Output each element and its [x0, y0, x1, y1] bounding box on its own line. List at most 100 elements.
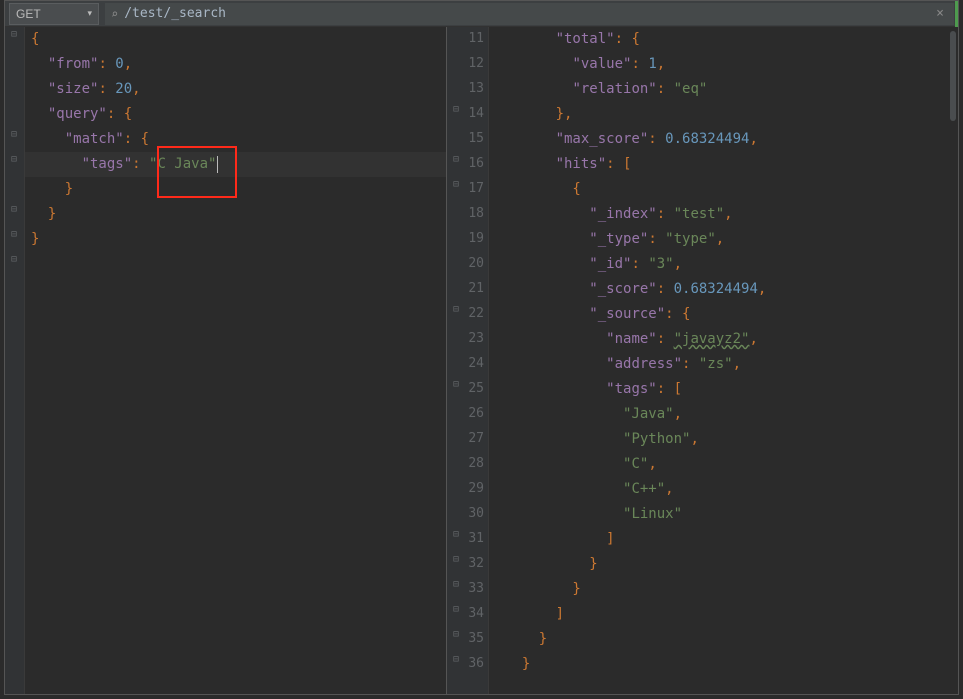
token: ,: [749, 331, 757, 347]
token: "value": [572, 56, 631, 72]
token: }: [31, 206, 56, 222]
fold-toggle-icon[interactable]: ⊟: [8, 204, 20, 216]
code-line[interactable]: "_source": {: [499, 302, 958, 327]
token: "eq": [674, 81, 708, 97]
fold-toggle-icon[interactable]: ⊟: [450, 154, 462, 166]
token: "_source": [589, 306, 665, 322]
request-editor[interactable]: ⊟ ⊟ ⊟ ⊟ ⊟ ⊟ { "from": 0, "size": 20, "query":…: [5, 27, 447, 694]
token: ,: [733, 356, 741, 372]
line-number: 23: [460, 331, 484, 346]
token: ]: [505, 531, 615, 547]
fold-toggle-icon[interactable]: ⊟: [8, 129, 20, 141]
text-caret: [217, 156, 218, 173]
token: ,: [657, 56, 665, 72]
code-line[interactable]: "Python",: [499, 427, 958, 452]
token: "Java": [623, 406, 674, 422]
token: "address": [606, 356, 682, 372]
line-number: 29: [460, 481, 484, 496]
code-line[interactable]: }: [499, 627, 958, 652]
code-line[interactable]: "_index": "test",: [499, 202, 958, 227]
scrollbar-vertical[interactable]: [948, 27, 958, 694]
fold-toggle-icon[interactable]: ⊟: [450, 554, 462, 566]
token: "from": [48, 56, 99, 72]
code-line[interactable]: }: [25, 227, 446, 252]
code-line[interactable]: "value": 1,: [499, 52, 958, 77]
code-line[interactable]: }: [25, 202, 446, 227]
url-input[interactable]: ⌕ /test/_search ×: [105, 3, 954, 25]
code-line[interactable]: "hits": [: [499, 152, 958, 177]
token: : {: [665, 306, 690, 322]
code-line[interactable]: "tags": "C Java": [25, 152, 446, 177]
code-line[interactable]: "C++",: [499, 477, 958, 502]
code-line[interactable]: }: [499, 577, 958, 602]
code-line[interactable]: "tags": [: [499, 377, 958, 402]
url-text: /test/_search: [124, 6, 226, 21]
fold-toggle-icon[interactable]: ⊟: [8, 254, 20, 266]
clear-icon[interactable]: ×: [932, 6, 948, 21]
code-line[interactable]: }: [25, 177, 446, 202]
fold-toggle-icon[interactable]: ⊟: [450, 604, 462, 616]
code-line[interactable]: "_id": "3",: [499, 252, 958, 277]
token: 20: [115, 81, 132, 97]
code-line[interactable]: "match": {: [25, 127, 446, 152]
fold-toggle-icon[interactable]: ⊟: [450, 379, 462, 391]
code-line[interactable]: ]: [499, 527, 958, 552]
token: [505, 356, 606, 372]
token: "C": [623, 456, 648, 472]
code-line[interactable]: "Java",: [499, 402, 958, 427]
code-line[interactable]: "_score": 0.68324494,: [499, 277, 958, 302]
response-code[interactable]: "total": { "value": 1, "relation": "eq" …: [499, 27, 958, 677]
token: [505, 406, 623, 422]
code-line[interactable]: {: [25, 27, 446, 52]
fold-toggle-icon[interactable]: ⊟: [450, 654, 462, 666]
code-line[interactable]: "relation": "eq": [499, 77, 958, 102]
token: ,: [758, 281, 766, 297]
code-line[interactable]: "address": "zs",: [499, 352, 958, 377]
code-line[interactable]: "from": 0,: [25, 52, 446, 77]
token: [505, 56, 572, 72]
code-line[interactable]: "total": {: [499, 27, 958, 52]
token: [505, 206, 589, 222]
code-line[interactable]: "name": "javayz2",: [499, 327, 958, 352]
code-line[interactable]: }: [499, 552, 958, 577]
line-number: 17: [460, 181, 484, 196]
code-line[interactable]: {: [499, 177, 958, 202]
code-line[interactable]: }: [499, 652, 958, 677]
fold-toggle-icon[interactable]: ⊟: [8, 29, 20, 41]
fold-toggle-icon[interactable]: ⊟: [8, 229, 20, 241]
fold-toggle-icon[interactable]: ⊟: [8, 154, 20, 166]
token: ,: [132, 81, 140, 97]
token: "_id": [589, 256, 631, 272]
run-button-edge[interactable]: [955, 1, 958, 27]
token: :: [657, 206, 674, 222]
code-line[interactable]: "query": {: [25, 102, 446, 127]
code-line[interactable]: "Linux": [499, 502, 958, 527]
fold-toggle-icon[interactable]: ⊟: [450, 629, 462, 641]
request-code[interactable]: { "from": 0, "size": 20, "query": { "mat…: [25, 27, 446, 252]
fold-toggle-icon[interactable]: ⊟: [450, 179, 462, 191]
code-line[interactable]: ]: [499, 602, 958, 627]
code-line[interactable]: "C",: [499, 452, 958, 477]
token: 0.68324494: [665, 131, 749, 147]
response-editor[interactable]: 1112131415161718192021222324252627282930…: [447, 27, 958, 694]
token: "hits": [556, 156, 607, 172]
token: ,: [716, 231, 724, 247]
scrollbar-thumb[interactable]: [950, 31, 956, 121]
token: [505, 331, 606, 347]
fold-toggle-icon[interactable]: ⊟: [450, 304, 462, 316]
http-method-select[interactable]: GET ▾: [9, 3, 99, 25]
fold-toggle-icon[interactable]: ⊟: [450, 579, 462, 591]
code-line[interactable]: "max_score": 0.68324494,: [499, 127, 958, 152]
token: [505, 481, 623, 497]
fold-toggle-icon[interactable]: ⊟: [450, 104, 462, 116]
code-line[interactable]: },: [499, 102, 958, 127]
token: :: [657, 281, 674, 297]
token: [505, 131, 556, 147]
line-number: 12: [460, 56, 484, 71]
code-line[interactable]: "size": 20,: [25, 77, 446, 102]
line-number: 16: [460, 156, 484, 171]
token: ,: [724, 206, 732, 222]
token: }: [31, 181, 73, 197]
fold-toggle-icon[interactable]: ⊟: [450, 529, 462, 541]
code-line[interactable]: "_type": "type",: [499, 227, 958, 252]
